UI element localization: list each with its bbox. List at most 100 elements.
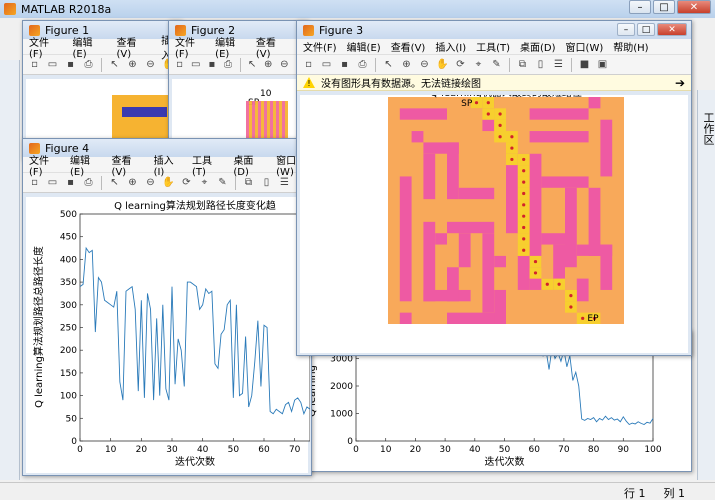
- save-icon[interactable]: ▪: [63, 58, 78, 72]
- brush-icon[interactable]: ✎: [489, 58, 504, 72]
- zoom-out-icon[interactable]: ⊖: [143, 58, 158, 72]
- new-icon[interactable]: ▫: [27, 58, 42, 72]
- zoom-in-icon[interactable]: ⊕: [125, 176, 140, 190]
- print-icon[interactable]: ⎙: [81, 58, 96, 72]
- pointer-icon[interactable]: ↖: [107, 176, 122, 190]
- dock-icon[interactable]: ▣: [595, 58, 610, 72]
- new-icon[interactable]: ▫: [301, 58, 316, 72]
- figure-icon: [303, 24, 314, 36]
- menu-item[interactable]: 查看(V): [117, 34, 152, 60]
- maze-wall: [458, 187, 495, 200]
- datatip-icon[interactable]: ⌖: [197, 176, 212, 190]
- pointer-icon[interactable]: ↖: [381, 58, 396, 72]
- new-icon[interactable]: ▫: [173, 58, 186, 72]
- pointer-icon[interactable]: ↖: [245, 58, 258, 72]
- open-icon[interactable]: ▭: [319, 58, 334, 72]
- menu-item[interactable]: 编辑(E): [347, 39, 381, 54]
- maze-wall: [600, 244, 613, 290]
- menu-item[interactable]: 编辑(E): [215, 34, 246, 60]
- menu-item[interactable]: 文件(F): [175, 34, 205, 60]
- colorbar-icon[interactable]: ▯: [533, 58, 548, 72]
- maze-wall: [399, 312, 412, 324]
- menu-item[interactable]: 查看(V): [112, 152, 144, 178]
- x-tick-label: 70: [289, 445, 301, 455]
- y-tick-label: 100: [60, 392, 77, 402]
- maze-title: Q learning机器人最终的最短路径: [430, 95, 582, 99]
- brush-icon[interactable]: ✎: [215, 176, 230, 190]
- zoom-out-icon[interactable]: ⊖: [143, 176, 158, 190]
- zoom-out-icon[interactable]: ⊖: [278, 58, 291, 72]
- x-tick-label: 70: [558, 445, 570, 455]
- menu-item[interactable]: 桌面(D): [520, 39, 556, 54]
- menu-item[interactable]: 文件(F): [303, 39, 337, 54]
- menu-item[interactable]: 文件(F): [29, 34, 62, 60]
- zoom-in-icon[interactable]: ⊕: [262, 58, 275, 72]
- print-icon[interactable]: ⎙: [221, 58, 234, 72]
- zoom-out-icon[interactable]: ⊖: [417, 58, 432, 72]
- rotate-icon[interactable]: ⟳: [453, 58, 468, 72]
- menu-item[interactable]: 查看(V): [391, 39, 426, 54]
- hide-tools-icon[interactable]: ■: [577, 58, 592, 72]
- x-tick-label: 10: [105, 445, 117, 455]
- figure2-menubar: 文件(F)编辑(E)查看(V)插: [169, 38, 307, 60]
- menu-item[interactable]: 查看(V): [256, 34, 287, 60]
- close-button[interactable]: ✕: [677, 0, 711, 14]
- menu-item[interactable]: 插入(I): [435, 39, 466, 54]
- link-plot-icon[interactable]: ⧉: [515, 58, 530, 72]
- menu-item[interactable]: 编辑(E): [70, 152, 102, 178]
- legend-icon[interactable]: ☰: [551, 58, 566, 72]
- save-icon[interactable]: ▪: [63, 176, 78, 190]
- row-value: 1: [638, 487, 646, 500]
- maze-wall: [529, 131, 589, 143]
- open-icon[interactable]: ▭: [45, 58, 60, 72]
- y-tick-label: 450: [60, 233, 77, 243]
- x-tick-label: 0: [77, 445, 83, 455]
- path-dot: [569, 305, 573, 309]
- rotate-icon[interactable]: ⟳: [179, 176, 194, 190]
- menu-item[interactable]: 窗口(W): [566, 39, 604, 54]
- figure3-maximize-button[interactable]: □: [637, 23, 655, 36]
- new-icon[interactable]: ▫: [27, 176, 42, 190]
- menu-item[interactable]: 文件(F): [29, 152, 60, 178]
- y-tick-label: 2000: [330, 382, 353, 392]
- maximize-button[interactable]: □: [653, 0, 675, 14]
- menu-item[interactable]: 工具(T): [192, 152, 223, 178]
- path-dot: [498, 135, 502, 139]
- figure3-minimize-button[interactable]: –: [617, 23, 635, 36]
- maze-wall: [529, 108, 589, 120]
- zoom-in-icon[interactable]: ⊕: [399, 58, 414, 72]
- maze-wall: [447, 221, 495, 234]
- figure3-window[interactable]: Figure 3 – □ ✕ 文件(F) 编辑(E) 查看(V) 插入(I) 工具(T)…: [296, 20, 692, 356]
- pan-icon[interactable]: ✋: [435, 58, 450, 72]
- figure4-window[interactable]: Figure 4 文件(F) 编辑(E) 查看(V) 插入(I) 工具(T) 桌面(D) 窗…: [22, 138, 312, 476]
- print-icon[interactable]: ⎙: [355, 58, 370, 72]
- menu-item[interactable]: 编辑(E): [72, 34, 106, 60]
- save-icon[interactable]: ▪: [205, 58, 218, 72]
- minimize-button[interactable]: –: [629, 0, 651, 14]
- print-icon[interactable]: ⎙: [81, 176, 96, 190]
- menu-item[interactable]: 桌面(D): [233, 152, 266, 178]
- save-icon[interactable]: ▪: [337, 58, 352, 72]
- toolbar-separator: [375, 57, 376, 72]
- matlab-titlebar: MATLAB R2018a – □ ✕: [0, 0, 715, 18]
- warning-arrow-icon[interactable]: ➔: [675, 76, 685, 90]
- legend-icon[interactable]: ☰: [277, 176, 292, 190]
- workspace-tab[interactable]: 工作区: [700, 112, 715, 145]
- colorbar-icon[interactable]: ▯: [259, 176, 274, 190]
- pan-icon[interactable]: ✋: [161, 176, 176, 190]
- maze-wall: [411, 131, 424, 143]
- figure3-toolbar: ▫ ▭ ▪ ⎙ ↖ ⊕ ⊖ ✋ ⟳ ⌖ ✎ ⧉ ▯ ☰ ■ ▣: [297, 55, 691, 75]
- menu-item[interactable]: 工具(T): [476, 39, 510, 54]
- link-plot-icon[interactable]: ⧉: [241, 176, 256, 190]
- x-tick-label: 90: [618, 445, 630, 455]
- col-value: 1: [678, 487, 685, 500]
- pointer-icon[interactable]: ↖: [107, 58, 122, 72]
- zoom-in-icon[interactable]: ⊕: [125, 58, 140, 72]
- figure3-close-button[interactable]: ✕: [657, 23, 687, 36]
- open-icon[interactable]: ▭: [189, 58, 202, 72]
- path-dot: [557, 282, 561, 286]
- open-icon[interactable]: ▭: [45, 176, 60, 190]
- datatip-icon[interactable]: ⌖: [471, 58, 486, 72]
- menu-item[interactable]: 帮助(H): [613, 39, 648, 54]
- menu-item[interactable]: 插入(I): [154, 152, 182, 178]
